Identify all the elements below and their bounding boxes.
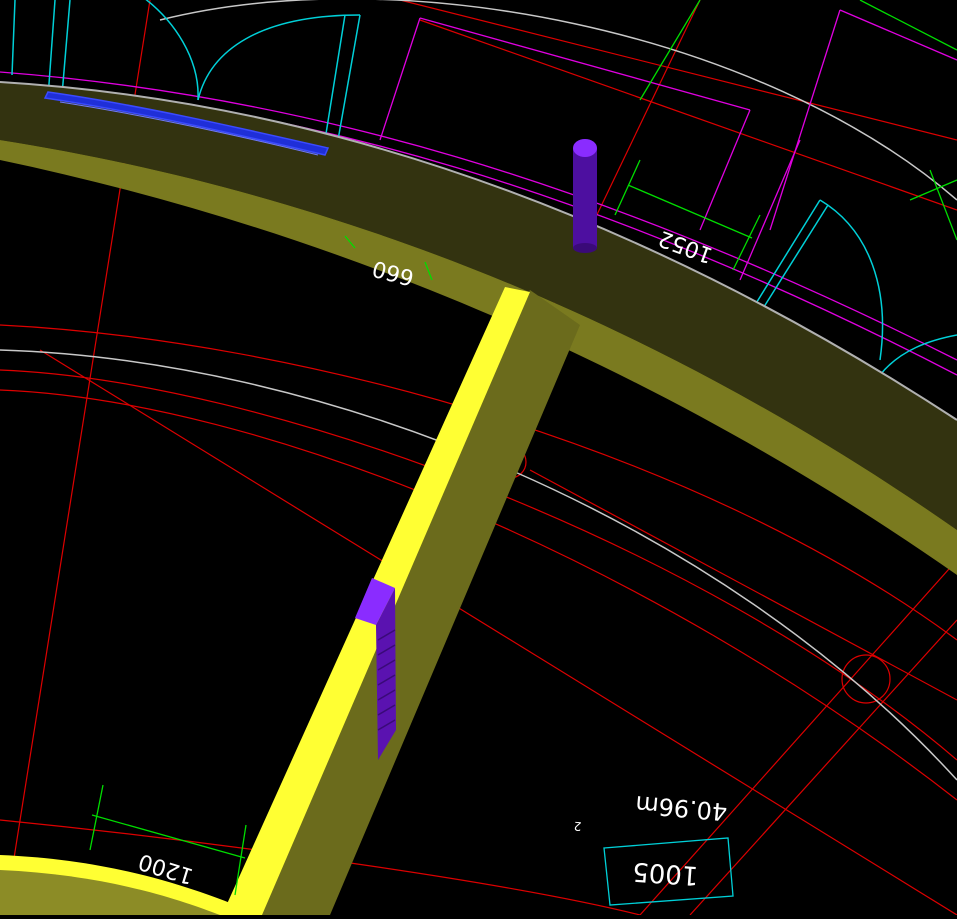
green-lines (639, 0, 957, 241)
room-number-label: 1005 (631, 856, 699, 891)
pipe-column-top (573, 139, 597, 157)
pipe-column-base (573, 243, 597, 253)
room-area-superscript: 2 (573, 819, 582, 834)
pipe-column-body (573, 148, 597, 248)
room-area-label: 40.96m (634, 790, 728, 826)
floor-plan-drawing: 660 1052 1200 40.96m 2 1005 (0, 0, 957, 916)
cad-viewport[interactable]: 660 1052 1200 40.96m 2 1005 (0, 0, 957, 916)
